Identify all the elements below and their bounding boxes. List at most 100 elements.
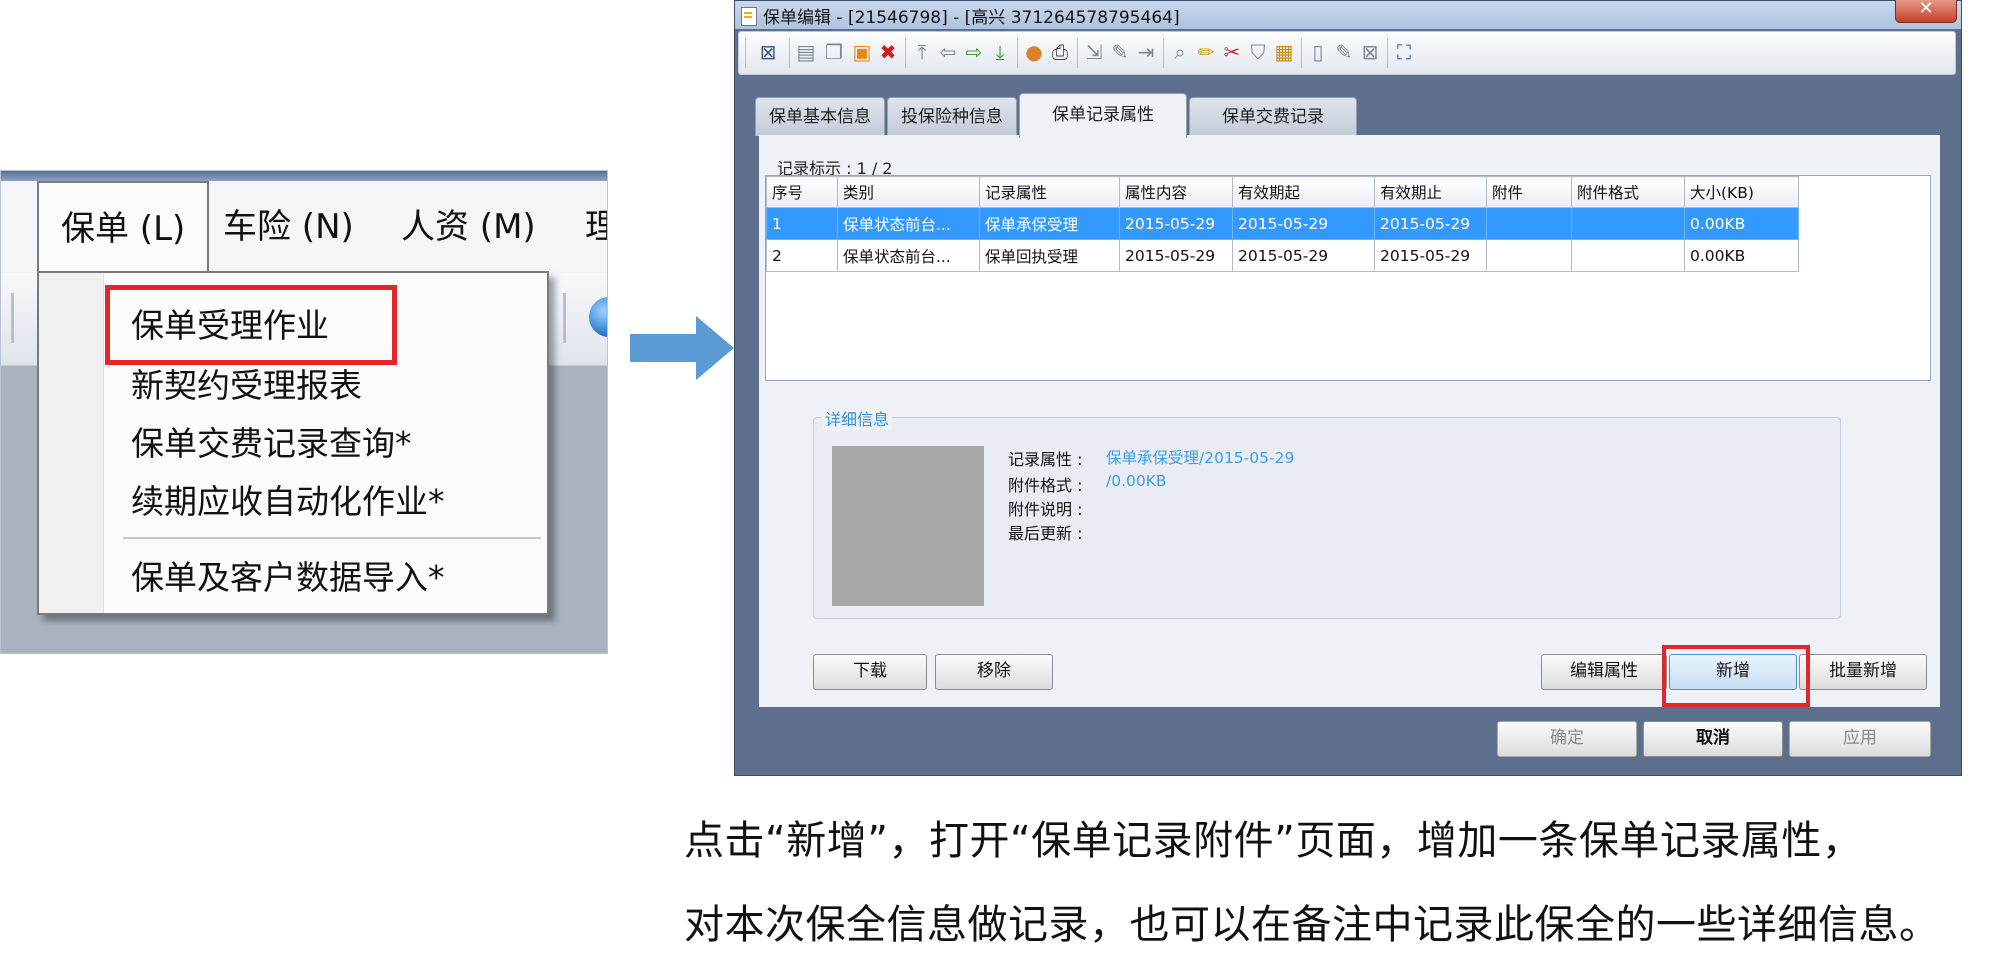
menu-icon-gutter — [39, 273, 104, 613]
caption-line-2: 对本次保全信息做记录，也可以在备注中记录此保全的一些详细信息。 — [684, 902, 1940, 948]
table-cell — [1486, 239, 1572, 272]
toolbar-separator — [1017, 38, 1018, 68]
highlight-box — [105, 285, 397, 365]
last-update-label: 最后更新 : — [1008, 524, 1083, 543]
table-cell: 保单状态前台... — [837, 207, 980, 240]
table-row[interactable]: 1 保单状态前台... 保单承保受理 2015-05-29 2015-05-29… — [766, 207, 1799, 240]
toolbar-separator — [789, 38, 790, 68]
dialog-toolbar: ⊠ ▤ ❐ ▣ ✖ ⤒ ⇦ ⇨ ⤓ ● ⎙ ⇲ ✎ ⇥ ⌕ ✏ ✂ ⛉ ▦ ▯ … — [738, 31, 1956, 75]
right-arrow-icon — [630, 316, 734, 380]
detail-info-group: 详细信息 记录属性 : 保单承保受理/2015-05-29 附件格式 : /0.… — [813, 406, 1841, 619]
caption-line-1: 点击“新增”，打开“保单记录附件”页面，增加一条保单记录属性， — [684, 818, 1863, 864]
delete-icon[interactable]: ✖ — [877, 41, 899, 63]
col-header-attachment[interactable]: 附件 — [1486, 176, 1572, 208]
toolbar-separator — [1163, 38, 1164, 68]
menu-policy[interactable]: 保单 (L) — [37, 181, 210, 277]
cut-icon[interactable]: ✂ — [1221, 41, 1243, 63]
table-cell — [1571, 239, 1685, 272]
pencil-icon[interactable]: ✏ — [1195, 41, 1217, 63]
attach-format-label: 附件格式 : — [1008, 476, 1083, 495]
record-attributes-panel: 记录标示 : 1 / 2 序号 类别 记录属性 属性内容 有效期起 有效期止 附… — [759, 135, 1940, 707]
table-cell: 2015-05-29 — [1119, 207, 1233, 240]
close-button[interactable]: ✕ — [1895, 0, 1957, 23]
remove-doc-icon[interactable]: ⊠ — [1359, 41, 1381, 63]
edit-attributes-button[interactable]: 编辑属性 — [1541, 654, 1667, 690]
menu-item-renewal-automation[interactable]: 续期应收自动化作业* — [131, 475, 445, 523]
col-header-valid-to[interactable]: 有效期止 — [1374, 176, 1487, 208]
menu-claims[interactable]: 理 — [563, 181, 607, 273]
menu-item-data-import[interactable]: 保单及客户数据导入* — [131, 551, 445, 599]
last-record-icon[interactable]: ⤓ — [989, 41, 1011, 63]
filter-icon[interactable]: ⛉ — [1247, 41, 1269, 63]
table-cell: 0.00KB — [1684, 207, 1799, 240]
toolbar-separator — [563, 293, 566, 343]
download-button[interactable]: 下载 — [813, 654, 927, 690]
paste-icon[interactable]: ▣ — [851, 41, 873, 63]
document-icon — [741, 7, 757, 26]
first-record-icon[interactable]: ⤒ — [911, 41, 933, 63]
tab-policy-basic[interactable]: 保单基本信息 — [755, 97, 885, 136]
col-header-attr-content[interactable]: 属性内容 — [1119, 176, 1233, 208]
table-cell: 0.00KB — [1684, 239, 1799, 272]
table-cell: 2015-05-29 — [1119, 239, 1233, 272]
print-icon[interactable]: ⎙ — [1049, 41, 1071, 63]
policy-edit-dialog: 保单编辑 - [21546798] - [高兴 371264578795464]… — [734, 0, 1962, 776]
menu-car-insurance[interactable]: 车险 (N) — [201, 181, 376, 273]
copy-icon[interactable]: ❐ — [823, 41, 845, 63]
modify-icon[interactable]: ✎ — [1333, 41, 1355, 63]
remove-button[interactable]: 移除 — [935, 654, 1053, 690]
table-cell: 2015-05-29 — [1232, 239, 1375, 272]
table-cell: 保单回执受理 — [979, 239, 1120, 272]
col-header-index[interactable]: 序号 — [766, 176, 838, 208]
col-header-attachment-format[interactable]: 附件格式 — [1571, 176, 1685, 208]
table-cell: 2 — [766, 239, 838, 272]
table-cell: 2015-05-29 — [1232, 207, 1375, 240]
table-cell — [1486, 207, 1572, 240]
cancel-button[interactable]: 取消 — [1643, 721, 1783, 757]
table-cell: 保单状态前台... — [837, 239, 980, 272]
export-icon[interactable]: ⇥ — [1135, 41, 1157, 63]
highlight-box — [1662, 645, 1810, 707]
find-icon[interactable]: ⌕ — [1169, 41, 1191, 63]
col-header-size[interactable]: 大小(KB) — [1684, 176, 1799, 208]
batch-add-button[interactable]: 批量新增 — [1799, 654, 1927, 690]
window-title: 保单编辑 - [21546798] - [高兴 371264578795464] — [763, 8, 1180, 28]
folder-icon[interactable]: ▦ — [1273, 41, 1295, 63]
policy-dropdown-menu: 保单受理作业 新契约受理报表 保单交费记录查询* 续期应收自动化作业* 保单及客… — [37, 271, 549, 615]
fullscreen-icon[interactable]: ⛶ — [1393, 41, 1415, 63]
tab-record-attributes[interactable]: 保单记录属性 — [1019, 93, 1187, 138]
save-icon[interactable]: ▤ — [795, 41, 817, 63]
menu-hr[interactable]: 人资 (M) — [379, 181, 558, 273]
next-record-icon[interactable]: ⇨ — [963, 41, 985, 63]
menu-item-new-contract-report[interactable]: 新契约受理报表 — [131, 359, 362, 407]
exit-icon[interactable]: ⊠ — [757, 41, 779, 63]
tab-payment-records[interactable]: 保单交费记录 — [1189, 97, 1357, 136]
col-header-record-attr[interactable]: 记录属性 — [979, 176, 1120, 208]
ok-button[interactable]: 确定 — [1497, 721, 1637, 757]
toolbar-separator — [905, 38, 906, 68]
record-attr-label: 记录属性 : — [1008, 450, 1083, 469]
col-header-valid-from[interactable]: 有效期起 — [1232, 176, 1375, 208]
record-attr-value: 保单承保受理/2015-05-29 — [1106, 449, 1295, 467]
attach-format-value: /0.00KB — [1106, 472, 1167, 490]
user-icon[interactable]: ● — [1023, 41, 1045, 63]
tab-insured-coverage[interactable]: 投保险种信息 — [887, 97, 1017, 136]
import-icon[interactable]: ⇲ — [1083, 41, 1105, 63]
menu-separator — [123, 537, 541, 539]
new-doc-icon[interactable]: ▯ — [1307, 41, 1329, 63]
toolbar-grip — [745, 38, 746, 68]
menu-item-payment-query[interactable]: 保单交费记录查询* — [131, 417, 412, 465]
toolbar-separator — [11, 293, 14, 343]
apply-button[interactable]: 应用 — [1789, 721, 1931, 757]
previous-record-icon[interactable]: ⇦ — [937, 41, 959, 63]
col-header-category[interactable]: 类别 — [837, 176, 980, 208]
globe-icon[interactable] — [589, 297, 607, 337]
edit-icon[interactable]: ✎ — [1109, 41, 1131, 63]
table-cell: 2015-05-29 — [1374, 239, 1487, 272]
toolbar-separator — [1387, 38, 1388, 68]
table-cell: 保单承保受理 — [979, 207, 1120, 240]
table-cell — [1571, 207, 1685, 240]
attach-desc-label: 附件说明 : — [1008, 500, 1083, 519]
table-cell: 1 — [766, 207, 838, 240]
table-row[interactable]: 2 保单状态前台... 保单回执受理 2015-05-29 2015-05-29… — [766, 239, 1799, 272]
